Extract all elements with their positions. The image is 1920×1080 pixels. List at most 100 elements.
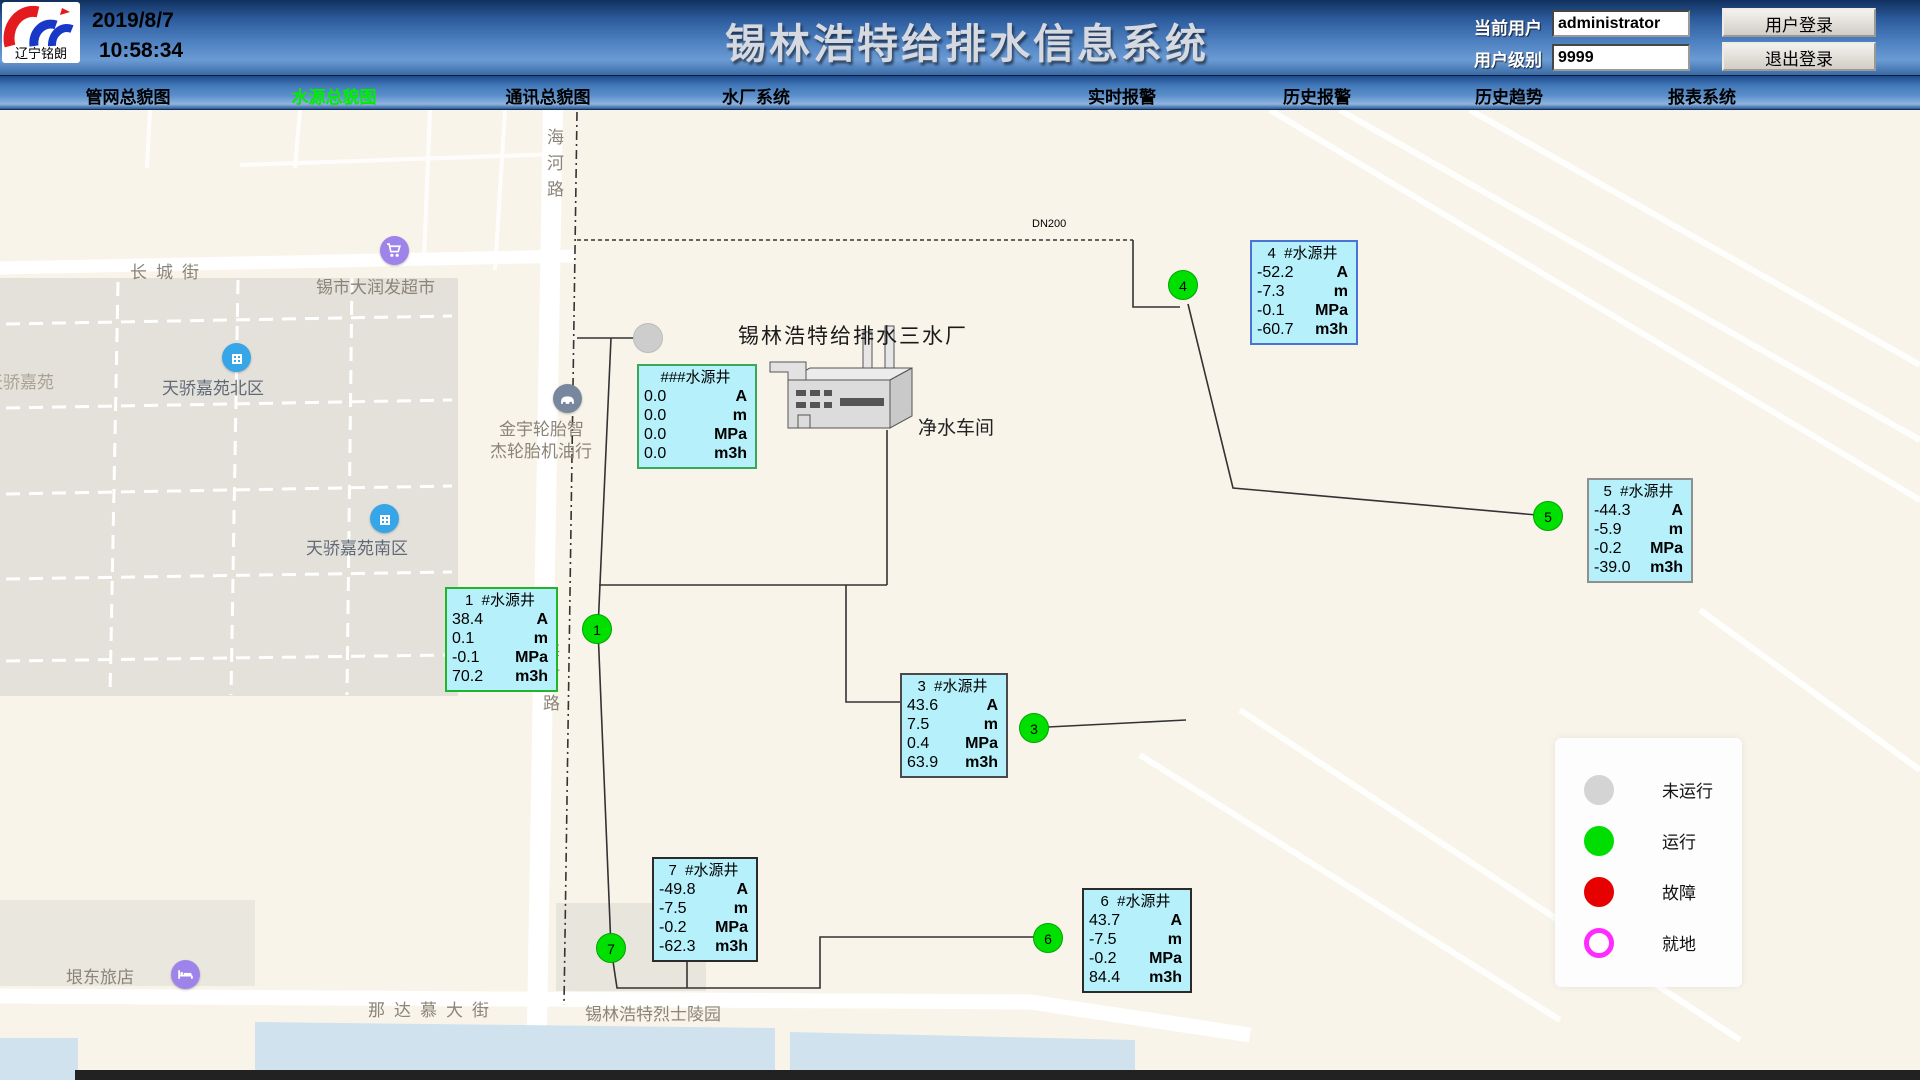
well-pressure: 0.4 [907, 734, 929, 753]
well-title: 4 #水源井 [1257, 244, 1348, 263]
login-button[interactable]: 用户登录 [1722, 8, 1876, 37]
unit-meter: m [733, 406, 747, 425]
datetime-display: 2019/8/7 10:58:34 [92, 6, 183, 66]
unit-mpa: MPa [515, 648, 548, 667]
well-current: 0.0 [644, 387, 666, 406]
well-flow: 0.0 [644, 444, 666, 463]
well-flow: -39.0 [1594, 558, 1630, 577]
well-node-7[interactable]: 7 [596, 933, 626, 963]
unit-amp: A [1671, 501, 1683, 520]
well-node-6[interactable]: 6 [1033, 923, 1063, 953]
workshop-label: 净水车间 [918, 413, 994, 440]
running-status-icon [1584, 826, 1614, 856]
main-nav: 管网总貌图 水源总貌图 通讯总貌图 水厂系统 实时报警 历史报警 历史趋势 报表… [0, 76, 1920, 110]
well-flow: 63.9 [907, 753, 938, 772]
unit-m3h: m3h [1149, 968, 1182, 987]
residence-north-icon [222, 343, 251, 372]
fault-status-icon [1584, 877, 1614, 907]
well-panel-1: 1 #水源井 38.4A 0.1m -0.1MPa 70.2m3h [445, 587, 558, 692]
current-user-input[interactable] [1552, 10, 1690, 37]
unit-meter: m [534, 629, 548, 648]
unit-amp: A [536, 610, 548, 629]
well-current: -49.8 [659, 880, 695, 899]
logo-text: 辽宁铭朗 [2, 43, 80, 62]
well-panel-3: 3 #水源井 43.6A 7.5m 0.4MPa 63.9m3h [900, 673, 1008, 778]
well-level: 7.5 [907, 715, 929, 734]
logout-button[interactable]: 退出登录 [1722, 42, 1876, 71]
well-level: -7.5 [1089, 930, 1117, 949]
road-haihe-label-top: 海河路 [541, 128, 566, 206]
well-node-idle[interactable] [633, 323, 663, 353]
pipe-diameter-label: DN200 [1032, 218, 1066, 230]
unit-m3h: m3h [1315, 320, 1348, 339]
nav-water-source-overview[interactable]: 水源总貌图 [292, 83, 377, 108]
street-nadamu-label: 那达慕大街 [368, 996, 498, 1021]
nav-pipe-network-overview[interactable]: 管网总貌图 [86, 83, 171, 108]
well-title: 3 #水源井 [907, 677, 998, 696]
tire-shop-label-line2: 杰轮胎机油行 [490, 437, 592, 462]
unit-m3h: m3h [965, 753, 998, 772]
unit-m3h: m3h [1650, 558, 1683, 577]
legend-item-local: 就地 [1555, 917, 1742, 968]
well-node-1[interactable]: 1 [582, 614, 612, 644]
unit-meter: m [1334, 282, 1348, 301]
local-status-icon [1584, 928, 1614, 958]
nav-water-plant-system[interactable]: 水厂系统 [722, 83, 790, 108]
well-panel-6: 6 #水源井 43.7A -7.5m -0.2MPa 84.4m3h [1082, 888, 1192, 993]
well-title: 1 #水源井 [452, 591, 548, 610]
legend-label: 未运行 [1662, 777, 1713, 802]
well-pressure: 0.0 [644, 425, 666, 444]
well-pressure: -0.2 [659, 918, 687, 937]
company-logo: 辽宁铭朗 [2, 2, 80, 63]
hotel-icon [171, 960, 200, 989]
well-node-3[interactable]: 3 [1019, 713, 1049, 743]
user-level-input[interactable] [1552, 44, 1690, 71]
well-panel-5: 5 #水源井 -44.3A -5.9m -0.2MPa -39.0m3h [1587, 478, 1693, 583]
well-pressure: -0.2 [1594, 539, 1622, 558]
nav-history-trend[interactable]: 历史趋势 [1475, 83, 1543, 108]
area-tianjiao-south-label: 天骄嘉苑南区 [306, 534, 408, 559]
well-level: -7.5 [659, 899, 687, 918]
well-current: 38.4 [452, 610, 483, 629]
unit-amp: A [986, 696, 998, 715]
well-flow: -60.7 [1257, 320, 1293, 339]
supermarket-icon [380, 236, 409, 265]
unit-mpa: MPa [1149, 949, 1182, 968]
app-header: 辽宁铭朗 2019/8/7 10:58:34 锡林浩特给排水信息系统 当前用户 … [0, 0, 1920, 76]
idle-status-icon [1584, 775, 1614, 805]
supermarket-label: 锡市大润发超市 [316, 273, 435, 298]
well-level: 0.1 [452, 629, 474, 648]
nav-comm-overview[interactable]: 通讯总貌图 [506, 83, 591, 108]
well-node-4[interactable]: 4 [1168, 270, 1198, 300]
residence-south-icon [370, 504, 399, 533]
well-level: -5.9 [1594, 520, 1622, 539]
well-current: -44.3 [1594, 501, 1630, 520]
well-panel-4: 4 #水源井 -52.2A -7.3m -0.1MPa -60.7m3h [1250, 240, 1358, 345]
user-level-label: 用户级别 [1474, 46, 1542, 71]
legend-item-running: 运行 [1555, 815, 1742, 866]
cemetery-label: 锡林浩特烈士陵园 [585, 1000, 721, 1025]
nav-realtime-alarm[interactable]: 实时报警 [1088, 83, 1156, 108]
legend-label: 运行 [1662, 828, 1696, 853]
unit-m3h: m3h [715, 937, 748, 956]
system-title: 锡林浩特给排水信息系统 [725, 10, 1209, 70]
map-canvas: 长城街 锡市大润发超市 天骄嘉苑 天骄嘉苑北区 金宇轮胎智 杰轮胎机油行 天骄嘉… [0, 110, 1920, 1080]
well-title: 5 #水源井 [1594, 482, 1683, 501]
hotel-label: 垠东旅店 [66, 963, 134, 988]
well-current: 43.7 [1089, 911, 1120, 930]
well-current: -52.2 [1257, 263, 1293, 282]
unit-meter: m [1168, 930, 1182, 949]
logo-arcs-icon [2, 2, 80, 48]
status-legend: 未运行 运行 故障 就地 [1555, 738, 1742, 987]
legend-label: 就地 [1662, 930, 1696, 955]
nav-history-alarm[interactable]: 历史报警 [1283, 83, 1351, 108]
well-node-5[interactable]: 5 [1533, 501, 1563, 531]
well-panel-7: 7 #水源井 -49.8A -7.5m -0.2MPa -62.3m3h [652, 857, 758, 962]
current-user-label: 当前用户 [1474, 14, 1542, 39]
unit-mpa: MPa [1650, 539, 1683, 558]
well-level: 0.0 [644, 406, 666, 425]
auto-shop-icon [553, 384, 582, 413]
nav-report-system[interactable]: 报表系统 [1668, 83, 1736, 108]
unit-mpa: MPa [715, 918, 748, 937]
current-time: 10:58:34 [92, 36, 183, 66]
